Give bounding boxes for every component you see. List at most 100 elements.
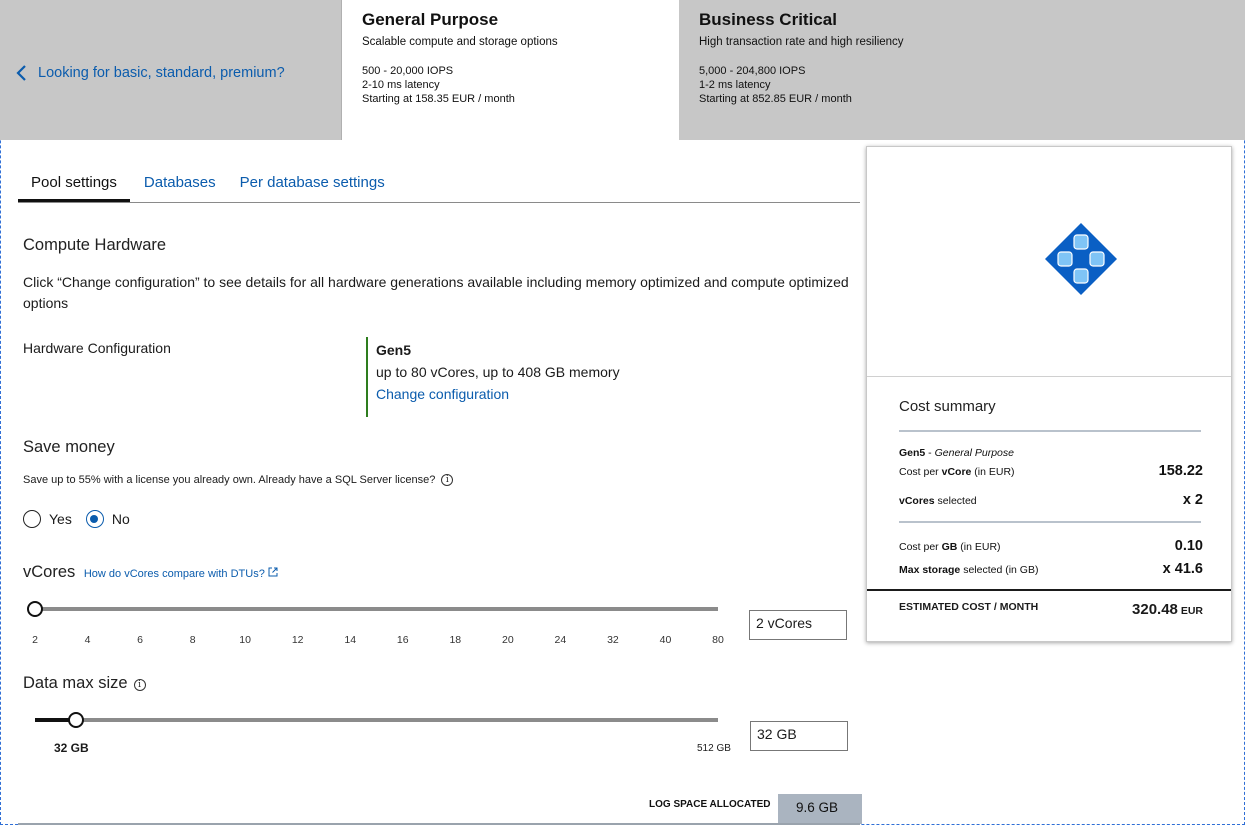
vcores-slider-track[interactable] bbox=[35, 607, 718, 611]
tier-price: Starting at 852.85 EUR / month bbox=[699, 93, 852, 105]
vcores-tick-label: 12 bbox=[291, 634, 304, 646]
cost-rule bbox=[899, 430, 1201, 432]
estimated-cost-amount: 320.48 EUR bbox=[1132, 601, 1203, 618]
cost-tier-row: Gen5 - General Purpose bbox=[899, 447, 1203, 459]
max-storage-value: x 41.6 bbox=[1162, 561, 1203, 577]
tier-general-purpose[interactable]: General Purpose Scalable compute and sto… bbox=[342, 0, 679, 140]
settings-tabs: Pool settings Databases Per database set… bbox=[18, 172, 860, 203]
vcores-tick-label: 80 bbox=[712, 634, 724, 646]
cost-per-gb-post: (in EUR) bbox=[957, 541, 1001, 553]
vcores-tick-label: 24 bbox=[554, 634, 567, 646]
cost-per-vcore-label: Cost per vCore (in EUR) bbox=[899, 466, 1015, 478]
save-money-heading: Save money bbox=[23, 438, 115, 456]
tab-pool-settings[interactable]: Pool settings bbox=[18, 172, 130, 202]
cost-summary-card: Cost summary Gen5 - General Purpose Cost… bbox=[866, 146, 1232, 642]
compute-description: Click “Change configuration” to see deta… bbox=[23, 274, 849, 311]
log-space-value: 9.6 GB bbox=[778, 794, 862, 824]
vcores-tick-label: 2 bbox=[32, 634, 38, 646]
vcores-tick-label: 16 bbox=[396, 634, 409, 646]
tier-title: General Purpose bbox=[362, 10, 499, 29]
vcores-dtu-link[interactable]: How do vCores compare with DTUs? bbox=[83, 567, 278, 580]
vcores-dtu-link-label: How do vCores compare with DTUs? bbox=[83, 568, 265, 580]
tier-subtitle: High transaction rate and high resilienc… bbox=[699, 36, 904, 48]
hw-description: up to 80 vCores, up to 408 GB memory bbox=[376, 364, 620, 380]
external-link-icon bbox=[268, 567, 278, 577]
cost-per-vcore-post: (in EUR) bbox=[971, 466, 1015, 478]
radio-yes[interactable] bbox=[23, 510, 41, 528]
size-slider-track[interactable] bbox=[35, 718, 718, 722]
vcores-selected-row: vCores selected x 2 bbox=[899, 492, 1203, 508]
tier-title: Business Critical bbox=[699, 10, 837, 29]
cost-per-vcore-value: 158.22 bbox=[1158, 463, 1203, 479]
size-min-label: 32 GB bbox=[54, 741, 89, 755]
vcores-value-input[interactable]: 2 vCores bbox=[749, 610, 847, 640]
cost-per-gb-label: Cost per GB (in EUR) bbox=[899, 541, 1001, 553]
card-icon-area bbox=[867, 147, 1231, 377]
size-max-label: 512 GB bbox=[697, 743, 731, 754]
cost-per-vcore-pre: Cost per bbox=[899, 466, 942, 478]
cost-per-gb-row: Cost per GB (in EUR) 0.10 bbox=[899, 538, 1203, 554]
tier-price: Starting at 158.35 EUR / month bbox=[362, 93, 515, 105]
tab-per-database-settings[interactable]: Per database settings bbox=[240, 172, 385, 202]
vcores-tick-label: 20 bbox=[502, 634, 514, 646]
max-storage-bold: Max storage bbox=[899, 564, 961, 576]
back-cell: Looking for basic, standard, premium? bbox=[0, 0, 342, 140]
size-value-input[interactable]: 32 GB bbox=[750, 721, 848, 751]
cost-tier-label: Gen5 - General Purpose bbox=[899, 447, 1014, 459]
change-configuration-link[interactable]: Change configuration bbox=[376, 386, 620, 402]
max-storage-label: Max storage selected (in GB) bbox=[899, 564, 1038, 576]
save-money-text: Save up to 55% with a license you alread… bbox=[23, 474, 436, 486]
radio-no[interactable] bbox=[85, 510, 104, 528]
info-icon[interactable]: i bbox=[133, 679, 146, 691]
estimated-cost-label: ESTIMATED COST / MONTH bbox=[899, 601, 1039, 613]
vcores-selected-value: x 2 bbox=[1182, 492, 1203, 508]
vcores-tick-label: 18 bbox=[449, 634, 462, 646]
size-slider-thumb[interactable] bbox=[67, 712, 84, 728]
total-rule bbox=[867, 589, 1231, 591]
chevron-left-icon bbox=[16, 65, 26, 81]
tier-selector: Looking for basic, standard, premium? Ge… bbox=[0, 0, 1245, 140]
tier-latency: 1-2 ms latency bbox=[699, 79, 771, 91]
radio-no-label: No bbox=[111, 511, 130, 527]
cost-tier: General Purpose bbox=[934, 447, 1014, 459]
tab-databases[interactable]: Databases bbox=[144, 172, 216, 202]
back-to-dtu-link[interactable]: Looking for basic, standard, premium? bbox=[14, 64, 285, 82]
cost-rule bbox=[899, 521, 1201, 523]
estimated-cost-row: ESTIMATED COST / MONTH 320.48 EUR bbox=[899, 601, 1203, 618]
cost-per-vcore-row: Cost per vCore (in EUR) 158.22 bbox=[899, 463, 1203, 479]
vcores-selected-post: selected bbox=[934, 495, 977, 507]
vcores-selected-bold: vCores bbox=[899, 495, 935, 507]
cost-summary-title: Cost summary bbox=[899, 398, 996, 415]
max-storage-post: selected (in GB) bbox=[960, 564, 1039, 576]
vcores-selected-label: vCores selected bbox=[899, 495, 977, 507]
vcores-tick-label: 32 bbox=[607, 634, 619, 646]
vcores-tick-label: 40 bbox=[659, 634, 672, 646]
estimated-cost-currency: EUR bbox=[1180, 605, 1203, 617]
radio-yes-label: Yes bbox=[49, 511, 72, 527]
cost-gen: Gen5 bbox=[899, 447, 926, 459]
hw-config-label: Hardware Configuration bbox=[23, 340, 171, 356]
license-radio-group: Yes No bbox=[23, 510, 144, 528]
compute-heading: Compute Hardware bbox=[23, 236, 167, 254]
info-icon[interactable]: i bbox=[441, 474, 454, 486]
tier-iops: 5,000 - 204,800 IOPS bbox=[699, 65, 806, 77]
log-space-label: LOG SPACE ALLOCATED bbox=[649, 799, 771, 810]
back-link-label: Looking for basic, standard, premium? bbox=[38, 65, 285, 81]
cost-per-gb-bold: GB bbox=[941, 541, 958, 553]
cost-per-gb-value: 0.10 bbox=[1174, 538, 1203, 554]
vcores-tick-label: 8 bbox=[189, 634, 196, 646]
save-money-description: Save up to 55% with a license you alread… bbox=[23, 474, 454, 486]
tier-iops: 500 - 20,000 IOPS bbox=[362, 65, 454, 77]
sql-elastic-pool-icon bbox=[1045, 223, 1117, 295]
vcores-heading: vCores bbox=[23, 563, 76, 581]
tier-business-critical[interactable]: Business Critical High transaction rate … bbox=[679, 0, 1245, 140]
data-max-size-heading: Data max size bbox=[23, 674, 128, 692]
vcores-tick-label: 6 bbox=[137, 634, 143, 646]
max-storage-row: Max storage selected (in GB) x 41.6 bbox=[899, 561, 1203, 577]
vcores-heading-row: vCores How do vCores compare with DTUs? bbox=[23, 563, 278, 582]
hw-generation: Gen5 bbox=[376, 342, 412, 358]
cost-per-gb-pre: Cost per bbox=[899, 541, 942, 553]
hw-config-block: Gen5 up to 80 vCores, up to 408 GB memor… bbox=[366, 337, 620, 417]
vcores-slider-thumb[interactable] bbox=[27, 601, 43, 617]
cost-per-vcore-bold: vCore bbox=[941, 466, 972, 478]
